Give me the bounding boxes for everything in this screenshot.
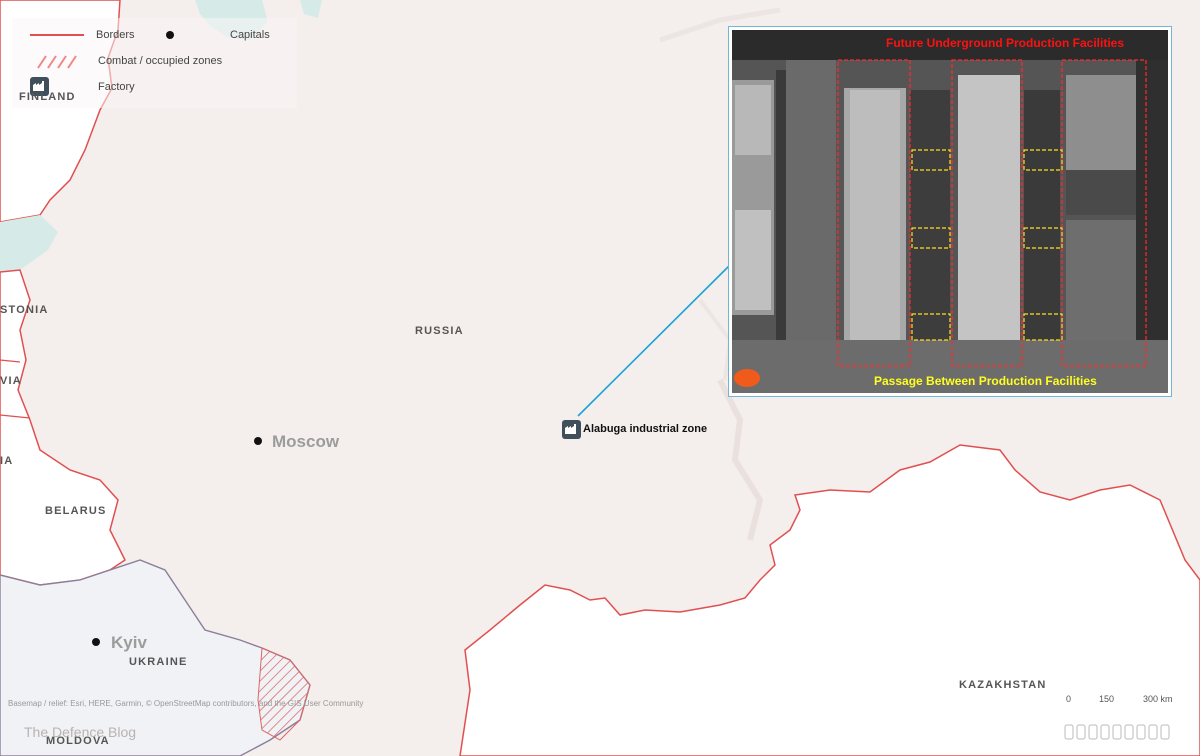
scale-bar: 0 150 300 km <box>1063 693 1178 741</box>
scale-tick-150: 150 <box>1099 694 1115 704</box>
country-label-ukraine: UKRAINE <box>129 656 188 668</box>
satellite-imagery-drawing <box>732 30 1168 393</box>
legend-factory-label: Factory <box>98 81 135 93</box>
country-label-lithuania: IA <box>0 455 14 467</box>
legend-capitals-label: Capitals <box>230 29 270 41</box>
map[interactable]: Borders Capitals Combat / occupied zones… <box>0 0 1200 756</box>
legend-swatches <box>30 34 84 69</box>
watermark: The Defence Blog <box>24 724 137 740</box>
inset-caption-top: Future Underground Production Facilities <box>886 36 1125 50</box>
country-label-finland: FINLAND <box>19 91 76 103</box>
legend-combat-label: Combat / occupied zones <box>98 55 223 67</box>
legend-borders-label: Borders <box>96 29 135 41</box>
satellite-image: Future Underground Production Facilities… <box>732 30 1168 393</box>
legend-capital-dot <box>166 31 174 39</box>
country-label-latvia: VIA <box>0 375 22 387</box>
inset-caption-bottom: Passage Between Production Facilities <box>874 374 1097 388</box>
scale-tick-300: 300 km <box>1143 694 1173 704</box>
scale-bar-ladder <box>1064 724 1170 740</box>
capital-dot-moscow[interactable] <box>254 437 262 445</box>
country-label-kazakhstan: KAZAKHSTAN <box>959 679 1047 691</box>
country-label-belarus: BELARUS <box>45 505 107 517</box>
capital-dot-kyiv[interactable] <box>92 638 100 646</box>
capital-label-moscow: Moscow <box>272 432 340 451</box>
scale-tick-0: 0 <box>1066 694 1072 704</box>
country-label-estonia: STONIA <box>0 304 49 316</box>
map-attribution: Basemap / relief: Esri, HERE, Garmin, © … <box>8 699 364 708</box>
satellite-inset[interactable]: Future Underground Production Facilities… <box>728 26 1172 397</box>
factory-label-alabuga[interactable]: Alabuga industrial zone <box>583 423 707 435</box>
country-label-russia: RUSSIA <box>415 325 464 337</box>
capital-label-kyiv: Kyiv <box>111 633 147 652</box>
factory-marker-alabuga[interactable] <box>562 420 581 439</box>
